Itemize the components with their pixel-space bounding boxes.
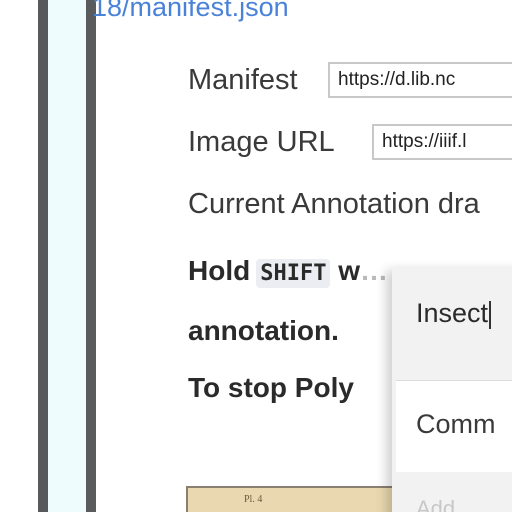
tags-input[interactable]: Add: [416, 496, 455, 512]
thumbnail-label: Pl. 4: [244, 494, 263, 505]
stop-polygon-instruction: To stop Poly: [188, 372, 354, 403]
tag-input-value: Insect: [416, 298, 489, 328]
annotation-editor-popup: Insect Comm Add: [392, 268, 512, 512]
hold-shift-instruction: Hold SHIFT w…: [188, 255, 388, 288]
left-panel: [48, 0, 86, 512]
content-border: [86, 0, 96, 512]
image-url-label: Image URL: [188, 126, 335, 158]
manifest-link[interactable]: 18/manifest.json: [92, 0, 289, 23]
text-caret: [489, 300, 492, 329]
comment-placeholder: Comm: [416, 409, 496, 439]
shift-key: SHIFT: [256, 259, 331, 288]
tag-input[interactable]: Insect: [396, 280, 512, 372]
hold-suffix-text: w: [338, 255, 361, 286]
hold-text: Hold: [188, 255, 251, 286]
current-annotation-label: Current Annotation dra: [188, 188, 480, 220]
comment-input[interactable]: Comm: [396, 380, 512, 472]
annotation-instruction: annotation.: [188, 315, 339, 346]
manifest-input[interactable]: https://d.lib.nc: [328, 62, 512, 98]
left-panel-border: [38, 0, 48, 512]
image-url-input[interactable]: https://iiif.l: [372, 124, 512, 160]
image-thumbnail[interactable]: Pl. 4: [186, 486, 394, 512]
page: 18/manifest.json Manifest https://d.lib.…: [0, 0, 512, 512]
manifest-label: Manifest: [188, 64, 298, 96]
hold-faded-text: …: [360, 255, 389, 286]
